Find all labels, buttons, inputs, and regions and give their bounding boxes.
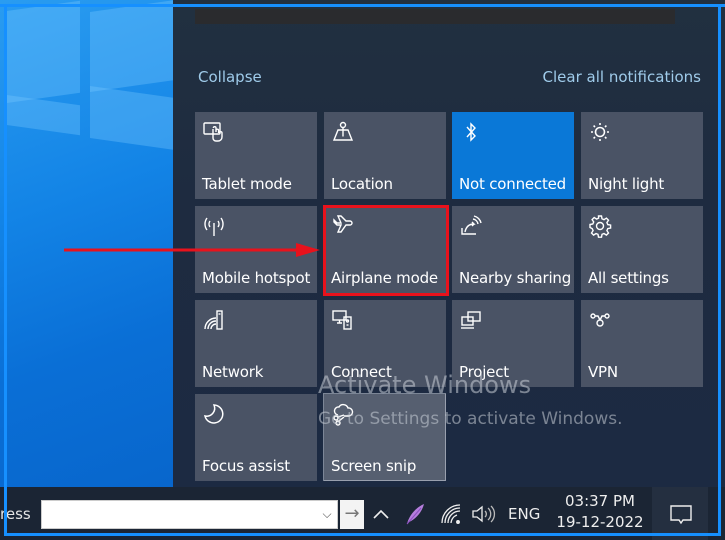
tile-network[interactable]: Network [195, 300, 317, 387]
nearby-sharing-icon [459, 214, 483, 238]
tile-focus-assist[interactable]: Focus assist [195, 394, 317, 481]
collapse-link[interactable]: Collapse [198, 68, 262, 86]
mobile-hotspot-icon [202, 214, 226, 238]
wifi-icon [441, 504, 461, 524]
project-icon [459, 308, 483, 332]
tile-label: Focus assist [202, 457, 290, 475]
windows-logo-pane [90, 0, 175, 92]
windows-logo-pane [5, 0, 80, 104]
tile-label: Connect [331, 363, 392, 381]
network-tray-button[interactable] [440, 503, 462, 525]
annotation-arrow [64, 243, 320, 257]
show-hidden-icons-button[interactable] [370, 503, 392, 525]
tile-night-light[interactable]: Night light [581, 112, 703, 199]
bluetooth-icon [459, 120, 483, 144]
tile-bluetooth[interactable]: Not connected [452, 112, 574, 199]
address-input[interactable] [41, 500, 338, 529]
tile-location[interactable]: Location [324, 112, 446, 199]
tile-label: Airplane mode [331, 269, 438, 287]
clear-all-notifications-link[interactable]: Clear all notifications [543, 68, 701, 86]
tablet-mode-icon [202, 120, 226, 144]
tile-label: Nearby sharing [459, 269, 572, 287]
tile-label: Not connected [459, 175, 566, 193]
tile-all-settings[interactable]: All settings [581, 206, 703, 293]
connect-icon [331, 308, 355, 332]
tile-nearby-sharing[interactable]: Nearby sharing [452, 206, 574, 293]
volume-tray-button[interactable] [470, 503, 496, 525]
tile-project[interactable]: Project [452, 300, 574, 387]
location-icon [331, 120, 355, 144]
tile-label: Location [331, 175, 393, 193]
windows-logo-pane [5, 94, 80, 136]
airplane-icon [331, 214, 355, 238]
pen-app-tray-button[interactable] [403, 502, 427, 526]
speaker-icon [472, 505, 496, 523]
night-light-icon [588, 120, 612, 144]
clock-time: 03:37 PM [565, 492, 635, 510]
notification-strip [195, 9, 675, 24]
feather-icon [406, 504, 424, 525]
clock-button[interactable]: 03:37 PM 19-12-2022 [555, 491, 645, 533]
tile-vpn[interactable]: VPN [581, 300, 703, 387]
tile-label: Screen snip [331, 457, 417, 475]
clock-date: 19-12-2022 [556, 513, 644, 531]
screen-snip-icon [331, 402, 355, 426]
network-icon [202, 308, 226, 332]
tile-label: Mobile hotspot [202, 269, 311, 287]
tile-label: All settings [588, 269, 669, 287]
selection-frame-right [718, 4, 721, 536]
gear-icon [588, 214, 612, 238]
notification-icon [670, 505, 692, 525]
selection-frame-top [0, 4, 725, 7]
tile-tablet-mode[interactable]: Tablet mode [195, 112, 317, 199]
address-go-button[interactable]: → [340, 500, 364, 529]
tile-screen-snip[interactable]: Screen snip [324, 394, 446, 481]
windows-logo-pane [90, 86, 175, 150]
tile-label: Project [459, 363, 509, 381]
tile-label: Network [202, 363, 264, 381]
chevron-up-icon [373, 509, 389, 519]
tile-label: Tablet mode [202, 175, 292, 193]
moon-icon [202, 402, 226, 426]
tile-connect[interactable]: Connect [324, 300, 446, 387]
address-dropdown-button[interactable]: ⌵ [318, 504, 336, 524]
selection-frame-bottom [4, 533, 721, 536]
vpn-icon [588, 308, 612, 332]
input-language-button[interactable]: ENG [508, 505, 540, 523]
selection-frame-left [4, 4, 7, 536]
tile-label: VPN [588, 363, 618, 381]
tile-airplane-mode[interactable]: Airplane mode [324, 206, 446, 293]
tile-label: Night light [588, 175, 665, 193]
